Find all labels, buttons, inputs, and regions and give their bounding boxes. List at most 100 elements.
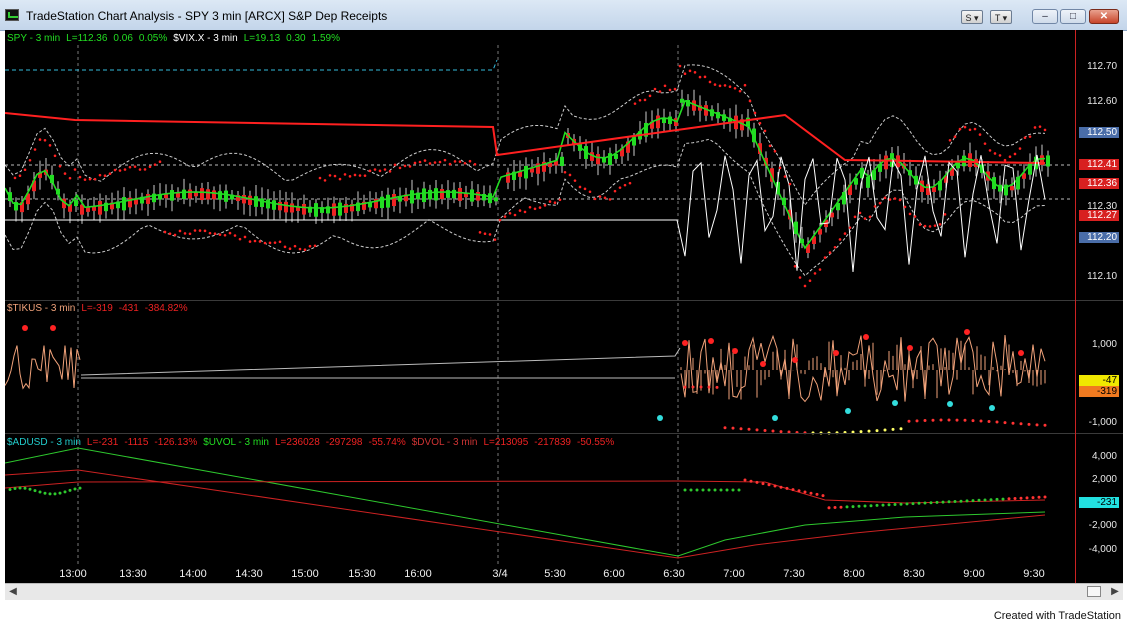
breadth-dot bbox=[73, 487, 77, 491]
breadth-dot bbox=[983, 498, 987, 502]
parabolic-sar-dot bbox=[858, 211, 862, 215]
maximize-button[interactable]: □ bbox=[1060, 9, 1086, 24]
parabolic-sar-dot bbox=[633, 102, 637, 105]
y-value-tag: 112.41 bbox=[1079, 159, 1119, 170]
parabolic-sar-dot bbox=[378, 169, 382, 173]
breadth-dot bbox=[761, 482, 765, 486]
tick-trend-dot bbox=[763, 428, 767, 432]
parabolic-sar-dot bbox=[883, 196, 887, 200]
tick-trend-dot bbox=[1043, 423, 1047, 427]
parabolic-sar-dot bbox=[873, 205, 877, 208]
parabolic-sar-dot bbox=[988, 149, 992, 152]
tick-low-marker bbox=[845, 408, 851, 414]
parabolic-sar-dot bbox=[188, 232, 192, 236]
parabolic-sar-dot bbox=[453, 160, 457, 163]
scroll-right-arrow-icon[interactable]: ▶ bbox=[1108, 585, 1122, 599]
horizontal-scrollbar[interactable]: ◀ ▶ bbox=[5, 583, 1123, 600]
price-candle bbox=[392, 194, 396, 207]
parabolic-sar-dot bbox=[273, 241, 277, 244]
parabolic-sar-dot bbox=[663, 84, 667, 88]
minimize-button[interactable]: – bbox=[1032, 9, 1058, 24]
tick-trend-dot bbox=[715, 385, 719, 389]
close-button[interactable]: ✕ bbox=[1089, 9, 1119, 24]
breadth-dot bbox=[941, 500, 945, 504]
parabolic-sar-dot bbox=[1023, 136, 1027, 140]
parabolic-sar-dot bbox=[288, 247, 292, 250]
parabolic-sar-dot bbox=[298, 247, 302, 251]
parabolic-sar-dot bbox=[493, 238, 497, 241]
tick-trend-dot bbox=[723, 426, 727, 430]
parabolic-sar-dot bbox=[1008, 155, 1012, 159]
price-candle bbox=[332, 203, 336, 216]
tick-trend-dot bbox=[915, 419, 919, 423]
parabolic-sar-dot bbox=[583, 187, 587, 191]
parabolic-sar-dot bbox=[688, 69, 692, 73]
parabolic-sar-dot bbox=[248, 240, 252, 243]
breadth-dot bbox=[827, 506, 831, 510]
breadth-dot bbox=[899, 502, 903, 506]
breadth-dot bbox=[743, 478, 747, 482]
time-axis-label: 7:30 bbox=[783, 568, 805, 580]
price-candle bbox=[272, 200, 276, 210]
symbol-link-s-button[interactable]: S ▾ bbox=[961, 10, 983, 24]
spy-legend-item: 0.30 bbox=[286, 33, 306, 44]
tick-trend-dot bbox=[1019, 422, 1023, 426]
parabolic-sar-dot bbox=[648, 94, 652, 98]
scroll-left-arrow-icon[interactable]: ◀ bbox=[6, 585, 20, 599]
price-candle bbox=[302, 203, 306, 215]
tick-oscillator-line bbox=[680, 334, 1046, 403]
long-moving-average bbox=[5, 112, 1046, 164]
tick-high-marker bbox=[792, 357, 798, 363]
breadth-dot bbox=[875, 503, 879, 507]
tick-trend-dot bbox=[947, 418, 951, 422]
parabolic-sar-dot bbox=[368, 169, 372, 173]
parabolic-sar-dot bbox=[348, 175, 352, 178]
adusd-legend-item: L=-231 bbox=[86, 437, 119, 448]
breadth-dot bbox=[767, 483, 771, 487]
parabolic-sar-dot bbox=[123, 168, 127, 171]
adusd-legend-item: $DVOL - 3 min bbox=[411, 437, 478, 448]
parabolic-sar-dot bbox=[703, 75, 707, 79]
parabolic-sar-dot bbox=[793, 264, 797, 268]
breadth-dot bbox=[695, 488, 699, 492]
y-tick-label: 1,000 bbox=[1091, 339, 1117, 350]
breadth-dot bbox=[1043, 495, 1047, 499]
breadth-dot bbox=[749, 479, 753, 483]
breadth-dot bbox=[971, 499, 975, 503]
scrollbar-thumb[interactable] bbox=[1087, 586, 1101, 597]
parabolic-sar-dot bbox=[848, 226, 852, 229]
price-candle bbox=[224, 190, 228, 202]
tick-trend-dot bbox=[955, 418, 959, 422]
parabolic-sar-dot bbox=[448, 162, 452, 166]
parabolic-sar-dot bbox=[753, 111, 757, 115]
parabolic-sar-dot bbox=[53, 154, 57, 158]
time-axis-label: 14:00 bbox=[179, 568, 207, 580]
breadth-dot bbox=[683, 488, 687, 492]
time-axis-label: 8:00 bbox=[843, 568, 865, 580]
spy-legend-item: 0.06 bbox=[113, 33, 133, 44]
breadth-dot bbox=[965, 499, 969, 503]
parabolic-sar-dot bbox=[328, 174, 332, 177]
breadth-dot bbox=[1025, 496, 1029, 500]
price-candle bbox=[596, 154, 600, 165]
breadth-dot bbox=[791, 488, 795, 492]
parabolic-sar-dot bbox=[468, 159, 472, 163]
spy-legend-item: SPY - 3 min bbox=[7, 33, 61, 44]
chart-area[interactable]: SPY - 3 min L=112.36 0.06 0.05% $VIX.X - 3 m… bbox=[5, 30, 1123, 583]
parabolic-sar-dot bbox=[343, 173, 347, 176]
parabolic-sar-dot bbox=[203, 229, 207, 233]
parabolic-sar-dot bbox=[938, 223, 942, 226]
price-candle bbox=[1046, 155, 1050, 167]
parabolic-sar-dot bbox=[593, 197, 597, 201]
breadth-dot bbox=[935, 500, 939, 504]
parabolic-sar-dot bbox=[808, 279, 812, 282]
tick-high-marker bbox=[732, 348, 738, 354]
parabolic-sar-dot bbox=[98, 173, 102, 177]
symbol-link-t-button[interactable]: T ▾ bbox=[990, 10, 1012, 24]
parabolic-sar-dot bbox=[928, 225, 932, 228]
parabolic-sar-dot bbox=[508, 211, 512, 215]
tick-trend-dot bbox=[923, 418, 927, 422]
parabolic-sar-dot bbox=[498, 218, 502, 222]
parabolic-sar-dot bbox=[148, 165, 152, 169]
parabolic-sar-dot bbox=[693, 71, 697, 74]
